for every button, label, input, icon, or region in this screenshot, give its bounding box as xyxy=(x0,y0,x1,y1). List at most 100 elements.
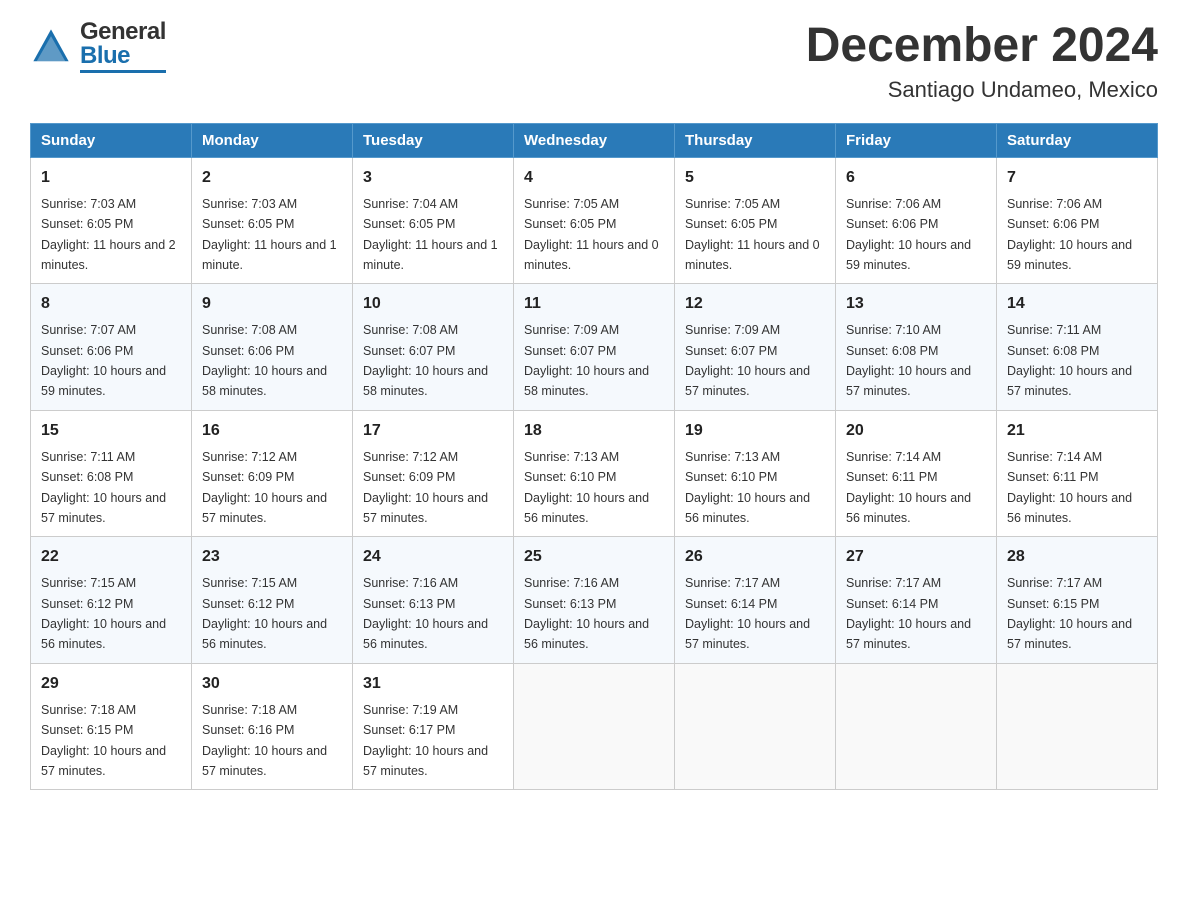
logo-underline xyxy=(80,70,166,73)
day-number: 17 xyxy=(363,419,503,443)
calendar-cell: 11 Sunrise: 7:09 AMSunset: 6:07 PMDaylig… xyxy=(514,284,675,411)
logo-general-text: General xyxy=(80,20,166,44)
day-info: Sunrise: 7:17 AMSunset: 6:14 PMDaylight:… xyxy=(685,576,810,651)
day-info: Sunrise: 7:03 AMSunset: 6:05 PMDaylight:… xyxy=(41,197,176,272)
calendar-week-5: 29 Sunrise: 7:18 AMSunset: 6:15 PMDaylig… xyxy=(31,663,1158,790)
day-info: Sunrise: 7:10 AMSunset: 6:08 PMDaylight:… xyxy=(846,323,971,398)
day-number: 28 xyxy=(1007,545,1147,569)
logo-text: General Blue xyxy=(80,20,166,73)
calendar-header: SundayMondayTuesdayWednesdayThursdayFrid… xyxy=(31,123,1158,157)
header-cell-saturday: Saturday xyxy=(997,123,1158,157)
page-header: General Blue December 2024 Santiago Unda… xyxy=(30,20,1158,103)
calendar-cell xyxy=(675,663,836,790)
day-info: Sunrise: 7:13 AMSunset: 6:10 PMDaylight:… xyxy=(685,450,810,525)
day-info: Sunrise: 7:05 AMSunset: 6:05 PMDaylight:… xyxy=(685,197,820,272)
calendar-subtitle: Santiago Undameo, Mexico xyxy=(806,77,1158,103)
title-block: December 2024 Santiago Undameo, Mexico xyxy=(806,20,1158,103)
day-number: 23 xyxy=(202,545,342,569)
day-number: 10 xyxy=(363,292,503,316)
day-info: Sunrise: 7:19 AMSunset: 6:17 PMDaylight:… xyxy=(363,703,488,778)
day-number: 19 xyxy=(685,419,825,443)
day-number: 9 xyxy=(202,292,342,316)
day-info: Sunrise: 7:09 AMSunset: 6:07 PMDaylight:… xyxy=(685,323,810,398)
calendar-cell: 3 Sunrise: 7:04 AMSunset: 6:05 PMDayligh… xyxy=(353,157,514,284)
calendar-cell xyxy=(514,663,675,790)
day-info: Sunrise: 7:12 AMSunset: 6:09 PMDaylight:… xyxy=(363,450,488,525)
day-number: 20 xyxy=(846,419,986,443)
calendar-cell: 1 Sunrise: 7:03 AMSunset: 6:05 PMDayligh… xyxy=(31,157,192,284)
calendar-cell: 24 Sunrise: 7:16 AMSunset: 6:13 PMDaylig… xyxy=(353,537,514,664)
header-cell-wednesday: Wednesday xyxy=(514,123,675,157)
day-info: Sunrise: 7:08 AMSunset: 6:07 PMDaylight:… xyxy=(363,323,488,398)
day-number: 8 xyxy=(41,292,181,316)
calendar-cell: 29 Sunrise: 7:18 AMSunset: 6:15 PMDaylig… xyxy=(31,663,192,790)
calendar-cell: 25 Sunrise: 7:16 AMSunset: 6:13 PMDaylig… xyxy=(514,537,675,664)
calendar-cell: 28 Sunrise: 7:17 AMSunset: 6:15 PMDaylig… xyxy=(997,537,1158,664)
day-number: 6 xyxy=(846,166,986,190)
calendar-cell: 12 Sunrise: 7:09 AMSunset: 6:07 PMDaylig… xyxy=(675,284,836,411)
day-info: Sunrise: 7:06 AMSunset: 6:06 PMDaylight:… xyxy=(846,197,971,272)
header-cell-tuesday: Tuesday xyxy=(353,123,514,157)
calendar-cell xyxy=(836,663,997,790)
calendar-cell: 5 Sunrise: 7:05 AMSunset: 6:05 PMDayligh… xyxy=(675,157,836,284)
day-number: 12 xyxy=(685,292,825,316)
day-number: 21 xyxy=(1007,419,1147,443)
day-info: Sunrise: 7:13 AMSunset: 6:10 PMDaylight:… xyxy=(524,450,649,525)
day-number: 31 xyxy=(363,672,503,696)
day-number: 25 xyxy=(524,545,664,569)
day-info: Sunrise: 7:07 AMSunset: 6:06 PMDaylight:… xyxy=(41,323,166,398)
day-number: 15 xyxy=(41,419,181,443)
day-info: Sunrise: 7:03 AMSunset: 6:05 PMDaylight:… xyxy=(202,197,337,272)
calendar-cell: 22 Sunrise: 7:15 AMSunset: 6:12 PMDaylig… xyxy=(31,537,192,664)
calendar-cell: 31 Sunrise: 7:19 AMSunset: 6:17 PMDaylig… xyxy=(353,663,514,790)
day-info: Sunrise: 7:17 AMSunset: 6:14 PMDaylight:… xyxy=(846,576,971,651)
calendar-week-1: 1 Sunrise: 7:03 AMSunset: 6:05 PMDayligh… xyxy=(31,157,1158,284)
logo-icon xyxy=(30,26,72,68)
calendar-cell: 18 Sunrise: 7:13 AMSunset: 6:10 PMDaylig… xyxy=(514,410,675,537)
calendar-body: 1 Sunrise: 7:03 AMSunset: 6:05 PMDayligh… xyxy=(31,157,1158,790)
calendar-cell: 19 Sunrise: 7:13 AMSunset: 6:10 PMDaylig… xyxy=(675,410,836,537)
calendar-cell: 10 Sunrise: 7:08 AMSunset: 6:07 PMDaylig… xyxy=(353,284,514,411)
day-info: Sunrise: 7:18 AMSunset: 6:15 PMDaylight:… xyxy=(41,703,166,778)
day-info: Sunrise: 7:14 AMSunset: 6:11 PMDaylight:… xyxy=(846,450,971,525)
header-row: SundayMondayTuesdayWednesdayThursdayFrid… xyxy=(31,123,1158,157)
day-number: 18 xyxy=(524,419,664,443)
day-number: 22 xyxy=(41,545,181,569)
day-number: 4 xyxy=(524,166,664,190)
day-info: Sunrise: 7:08 AMSunset: 6:06 PMDaylight:… xyxy=(202,323,327,398)
logo: General Blue xyxy=(30,20,166,73)
day-number: 3 xyxy=(363,166,503,190)
header-cell-sunday: Sunday xyxy=(31,123,192,157)
day-info: Sunrise: 7:16 AMSunset: 6:13 PMDaylight:… xyxy=(363,576,488,651)
day-info: Sunrise: 7:15 AMSunset: 6:12 PMDaylight:… xyxy=(41,576,166,651)
calendar-cell: 8 Sunrise: 7:07 AMSunset: 6:06 PMDayligh… xyxy=(31,284,192,411)
day-number: 1 xyxy=(41,166,181,190)
header-cell-friday: Friday xyxy=(836,123,997,157)
day-info: Sunrise: 7:04 AMSunset: 6:05 PMDaylight:… xyxy=(363,197,498,272)
day-info: Sunrise: 7:15 AMSunset: 6:12 PMDaylight:… xyxy=(202,576,327,651)
calendar-cell: 17 Sunrise: 7:12 AMSunset: 6:09 PMDaylig… xyxy=(353,410,514,537)
calendar-title: December 2024 xyxy=(806,20,1158,73)
day-number: 7 xyxy=(1007,166,1147,190)
calendar-cell: 4 Sunrise: 7:05 AMSunset: 6:05 PMDayligh… xyxy=(514,157,675,284)
calendar-week-4: 22 Sunrise: 7:15 AMSunset: 6:12 PMDaylig… xyxy=(31,537,1158,664)
calendar-cell: 14 Sunrise: 7:11 AMSunset: 6:08 PMDaylig… xyxy=(997,284,1158,411)
day-number: 5 xyxy=(685,166,825,190)
calendar-cell: 21 Sunrise: 7:14 AMSunset: 6:11 PMDaylig… xyxy=(997,410,1158,537)
day-info: Sunrise: 7:16 AMSunset: 6:13 PMDaylight:… xyxy=(524,576,649,651)
day-info: Sunrise: 7:12 AMSunset: 6:09 PMDaylight:… xyxy=(202,450,327,525)
calendar-cell: 20 Sunrise: 7:14 AMSunset: 6:11 PMDaylig… xyxy=(836,410,997,537)
calendar-week-2: 8 Sunrise: 7:07 AMSunset: 6:06 PMDayligh… xyxy=(31,284,1158,411)
day-number: 2 xyxy=(202,166,342,190)
day-number: 26 xyxy=(685,545,825,569)
day-info: Sunrise: 7:06 AMSunset: 6:06 PMDaylight:… xyxy=(1007,197,1132,272)
calendar-cell: 27 Sunrise: 7:17 AMSunset: 6:14 PMDaylig… xyxy=(836,537,997,664)
calendar-week-3: 15 Sunrise: 7:11 AMSunset: 6:08 PMDaylig… xyxy=(31,410,1158,537)
day-info: Sunrise: 7:14 AMSunset: 6:11 PMDaylight:… xyxy=(1007,450,1132,525)
calendar-cell xyxy=(997,663,1158,790)
day-number: 30 xyxy=(202,672,342,696)
calendar-cell: 6 Sunrise: 7:06 AMSunset: 6:06 PMDayligh… xyxy=(836,157,997,284)
header-cell-thursday: Thursday xyxy=(675,123,836,157)
calendar-cell: 7 Sunrise: 7:06 AMSunset: 6:06 PMDayligh… xyxy=(997,157,1158,284)
day-info: Sunrise: 7:18 AMSunset: 6:16 PMDaylight:… xyxy=(202,703,327,778)
